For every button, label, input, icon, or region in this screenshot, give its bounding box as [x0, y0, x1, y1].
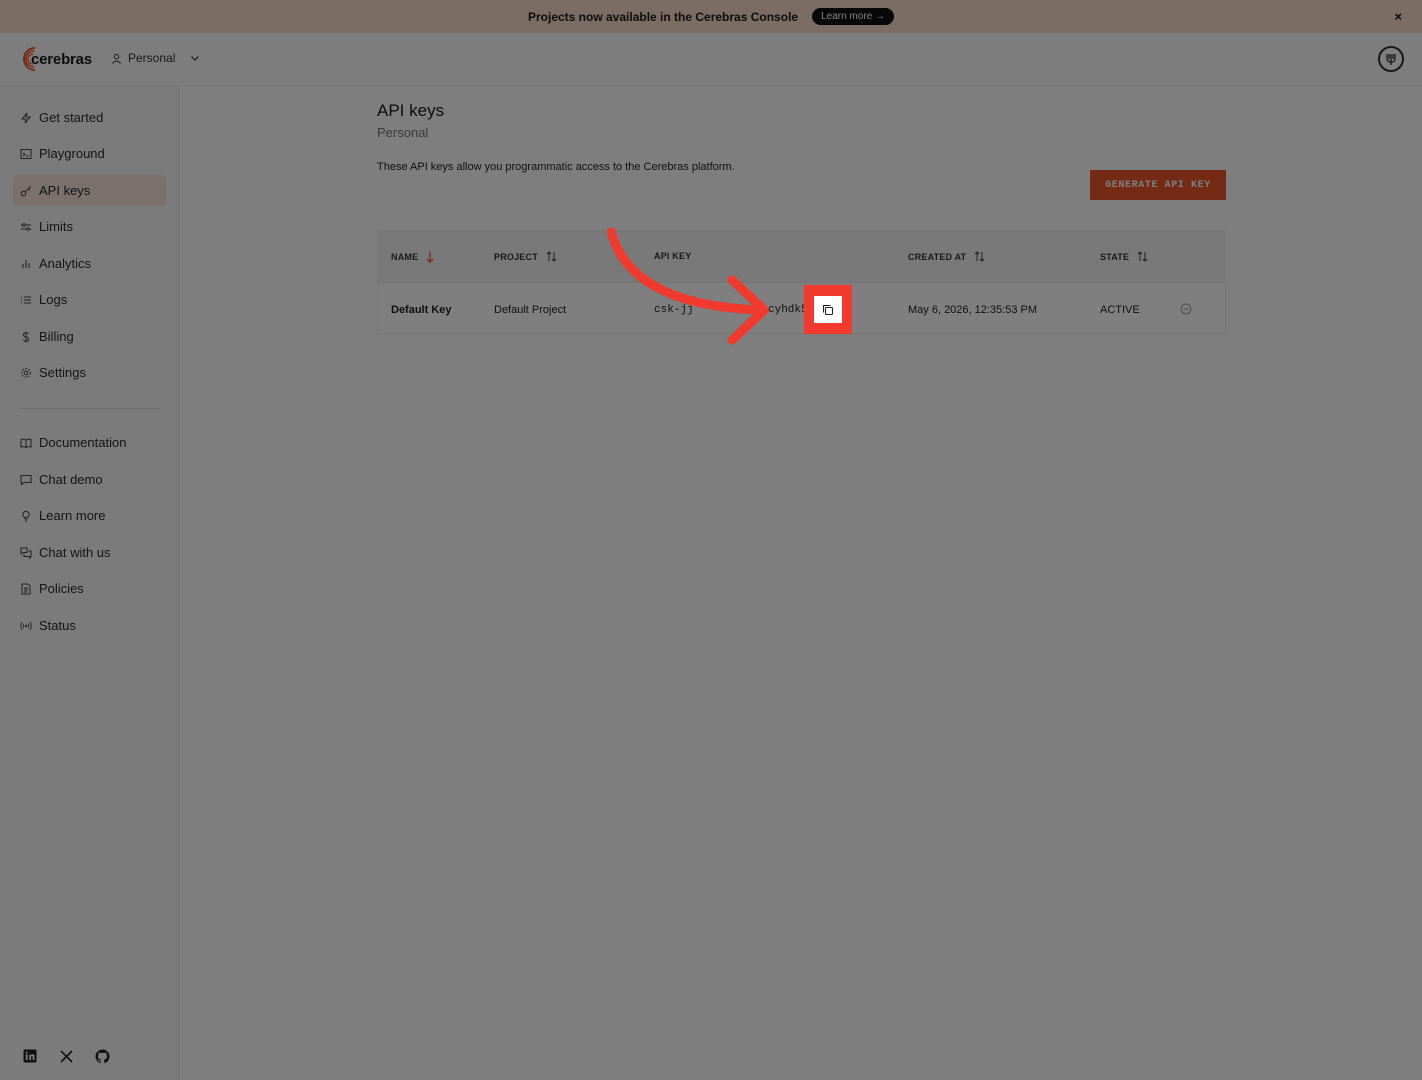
sidebar-item-api-keys[interactable]: API keys: [13, 175, 166, 206]
sidebar-item-logs[interactable]: Logs: [13, 284, 166, 315]
cerebras-logo-icon: [19, 45, 41, 73]
page-subtitle: Personal: [377, 125, 429, 140]
cerebras-logo[interactable]: cerebras: [19, 45, 92, 73]
revoke-icon[interactable]: [1180, 302, 1192, 315]
sidebar-item-policies[interactable]: Policies: [13, 573, 166, 604]
cell-api-key-end: cyhdk5: [768, 304, 808, 316]
book-icon: [20, 438, 32, 448]
document-icon: [21, 583, 31, 594]
table-header: NAME PROJECT API KEY CREATED AT STATE: [378, 231, 1225, 283]
dollar-icon: [22, 331, 30, 342]
sidebar: Get started Playground API keys Limits A…: [0, 86, 180, 1080]
sidebar-item-get-started[interactable]: Get started: [13, 102, 166, 133]
cell-key-name: Default Key: [391, 304, 452, 316]
sidebar-item-playground[interactable]: Playground: [13, 138, 166, 169]
lightbulb-icon: [22, 510, 30, 521]
sliders-icon: [21, 222, 31, 231]
avatar[interactable]: [1378, 46, 1404, 72]
column-header-api-key: API KEY: [654, 251, 692, 261]
announcement-banner: Projects now available in the Cerebras C…: [0, 0, 1422, 33]
sidebar-item-status[interactable]: Status: [13, 610, 166, 641]
sidebar-item-learn-more[interactable]: Learn more: [13, 500, 166, 531]
cell-project: Default Project: [494, 304, 567, 316]
column-header-state[interactable]: STATE: [1100, 251, 1148, 262]
sort-icon: [1137, 251, 1148, 262]
workspace-selector[interactable]: Personal: [111, 51, 201, 65]
bar-chart-icon: [22, 259, 30, 268]
column-header-created-at[interactable]: CREATED AT: [908, 251, 985, 262]
cell-api-key-start: csk-jj: [654, 304, 694, 316]
sidebar-item-limits[interactable]: Limits: [13, 211, 166, 242]
user-icon: [112, 53, 121, 64]
chat-icon: [20, 474, 32, 486]
sidebar-divider: [20, 408, 160, 409]
sort-icon: [974, 251, 985, 262]
workspace-label: Personal: [128, 51, 176, 65]
page-title: API keys: [377, 101, 445, 120]
api-keys-table: NAME PROJECT API KEY CREATED AT STATE De…: [377, 230, 1226, 334]
column-header-project[interactable]: PROJECT: [494, 251, 557, 262]
sort-icon: [546, 251, 557, 262]
linkedin-icon[interactable]: [22, 1048, 38, 1064]
avatar-icon: [1386, 54, 1396, 65]
gear-icon: [21, 367, 31, 378]
key-icon: [20, 185, 31, 196]
sidebar-item-billing[interactable]: Billing: [13, 321, 166, 352]
top-header: cerebras Personal: [0, 33, 1422, 86]
bolt-icon: [20, 112, 32, 123]
copy-api-key-button[interactable]: [814, 296, 842, 323]
broadcast-icon: [20, 621, 32, 630]
chats-icon: [20, 547, 32, 559]
cell-created-at: May 6, 2026, 12:35:53 PM: [908, 304, 1038, 316]
cell-state: ACTIVE: [1100, 304, 1140, 316]
github-icon[interactable]: [94, 1048, 110, 1064]
copy-icon: [822, 304, 834, 315]
sidebar-item-documentation[interactable]: Documentation: [13, 427, 166, 458]
generate-api-key-button[interactable]: GENERATE API KEY: [1090, 170, 1226, 200]
banner-text: Projects now available in the Cerebras C…: [527, 9, 799, 24]
sort-down-icon: [426, 251, 434, 263]
sidebar-item-chat-demo[interactable]: Chat demo: [13, 464, 166, 495]
sidebar-item-analytics[interactable]: Analytics: [13, 248, 166, 279]
x-icon[interactable]: [58, 1048, 74, 1064]
list-icon: [21, 296, 31, 303]
close-icon[interactable]: ×: [1394, 9, 1402, 24]
sidebar-item-chat-with-us[interactable]: Chat with us: [13, 537, 166, 568]
chevron-down-icon: [191, 56, 200, 61]
page-description: These API keys allow you programmatic ac…: [377, 161, 735, 173]
terminal-icon: [20, 148, 32, 159]
column-header-name[interactable]: NAME: [391, 251, 434, 263]
learn-more-button[interactable]: Learn more →: [812, 8, 894, 25]
sidebar-item-settings[interactable]: Settings: [13, 357, 166, 388]
